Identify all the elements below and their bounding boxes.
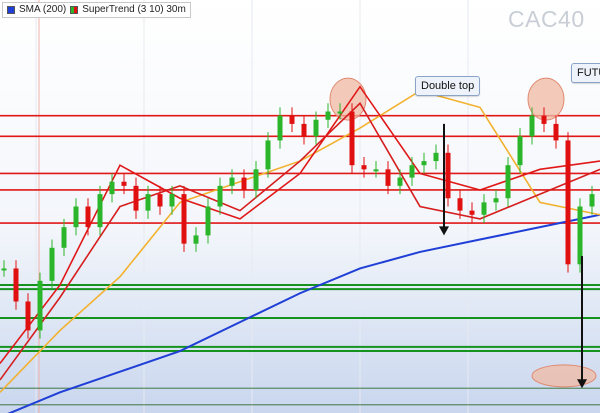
candle-body (37, 280, 43, 331)
sma-legend-icon (7, 6, 15, 14)
candle-body (169, 194, 175, 207)
candle-body (73, 206, 79, 228)
candle-body (457, 198, 463, 211)
candle-body (97, 194, 103, 228)
candle-body (277, 115, 283, 141)
candle-body (229, 177, 235, 186)
candle-body (133, 185, 139, 211)
candle-body (145, 194, 151, 211)
candle-body (217, 185, 223, 207)
sma-legend-label: SMA (200) (19, 4, 67, 15)
candle-body (373, 169, 379, 172)
candle-body (121, 181, 127, 186)
candle-body (421, 161, 427, 166)
candle-body (517, 136, 523, 166)
candle-body (445, 152, 451, 199)
candle-body (61, 227, 67, 248)
candle-body (193, 235, 199, 244)
candle-body (529, 115, 535, 137)
chart-area: SMA (200) SuperTrend (3 10) 30m CAC40 Do… (0, 0, 600, 413)
candle-body (241, 177, 247, 190)
instrument-watermark: CAC40 (508, 6, 585, 32)
candle-body (313, 119, 319, 137)
supertrend-legend-icon (70, 6, 79, 14)
levels-layer (0, 114, 600, 406)
candle-body (157, 194, 163, 207)
candle-body (301, 123, 307, 137)
double-top-annotation[interactable]: Double top (415, 76, 481, 96)
candle-body (565, 140, 571, 265)
candle-body (409, 165, 415, 178)
candle-body (205, 206, 211, 236)
sma200-line (7, 213, 600, 413)
chart-legend: SMA (200) SuperTrend (3 10) 30m (2, 2, 191, 18)
supertrend-legend-label: SuperTrend (3 10) 30m (82, 4, 186, 15)
candle-body (337, 111, 343, 114)
candle-body (589, 194, 595, 207)
highlight-circle (527, 77, 565, 121)
highlight-circle (531, 364, 597, 388)
down-arrow-head (439, 226, 449, 236)
candle-body (493, 198, 499, 203)
candle-body (433, 152, 439, 162)
future-annotation[interactable]: FUTU (571, 63, 600, 83)
candle-body (553, 123, 559, 141)
candle-body (85, 206, 91, 228)
ema-line (0, 101, 600, 381)
candle-body (1, 268, 7, 271)
candle-body (397, 177, 403, 186)
candle-body (25, 301, 31, 331)
candle-body (289, 115, 295, 124)
candle-body (541, 115, 547, 124)
chart-svg (0, 0, 600, 413)
candle-body (385, 169, 391, 186)
candle-body (325, 111, 331, 120)
candle-body (13, 268, 19, 302)
candle-body (109, 181, 115, 195)
candle-body (361, 165, 367, 170)
candle-body (181, 194, 187, 244)
candle-body (577, 206, 583, 265)
candle-body (49, 247, 55, 281)
candle-body (265, 140, 271, 170)
candle-body (481, 202, 487, 215)
candle-body (349, 111, 355, 166)
arrows-layer (439, 123, 587, 389)
candle-body (505, 165, 511, 199)
candle-body (469, 210, 475, 215)
candle-body (253, 169, 259, 190)
